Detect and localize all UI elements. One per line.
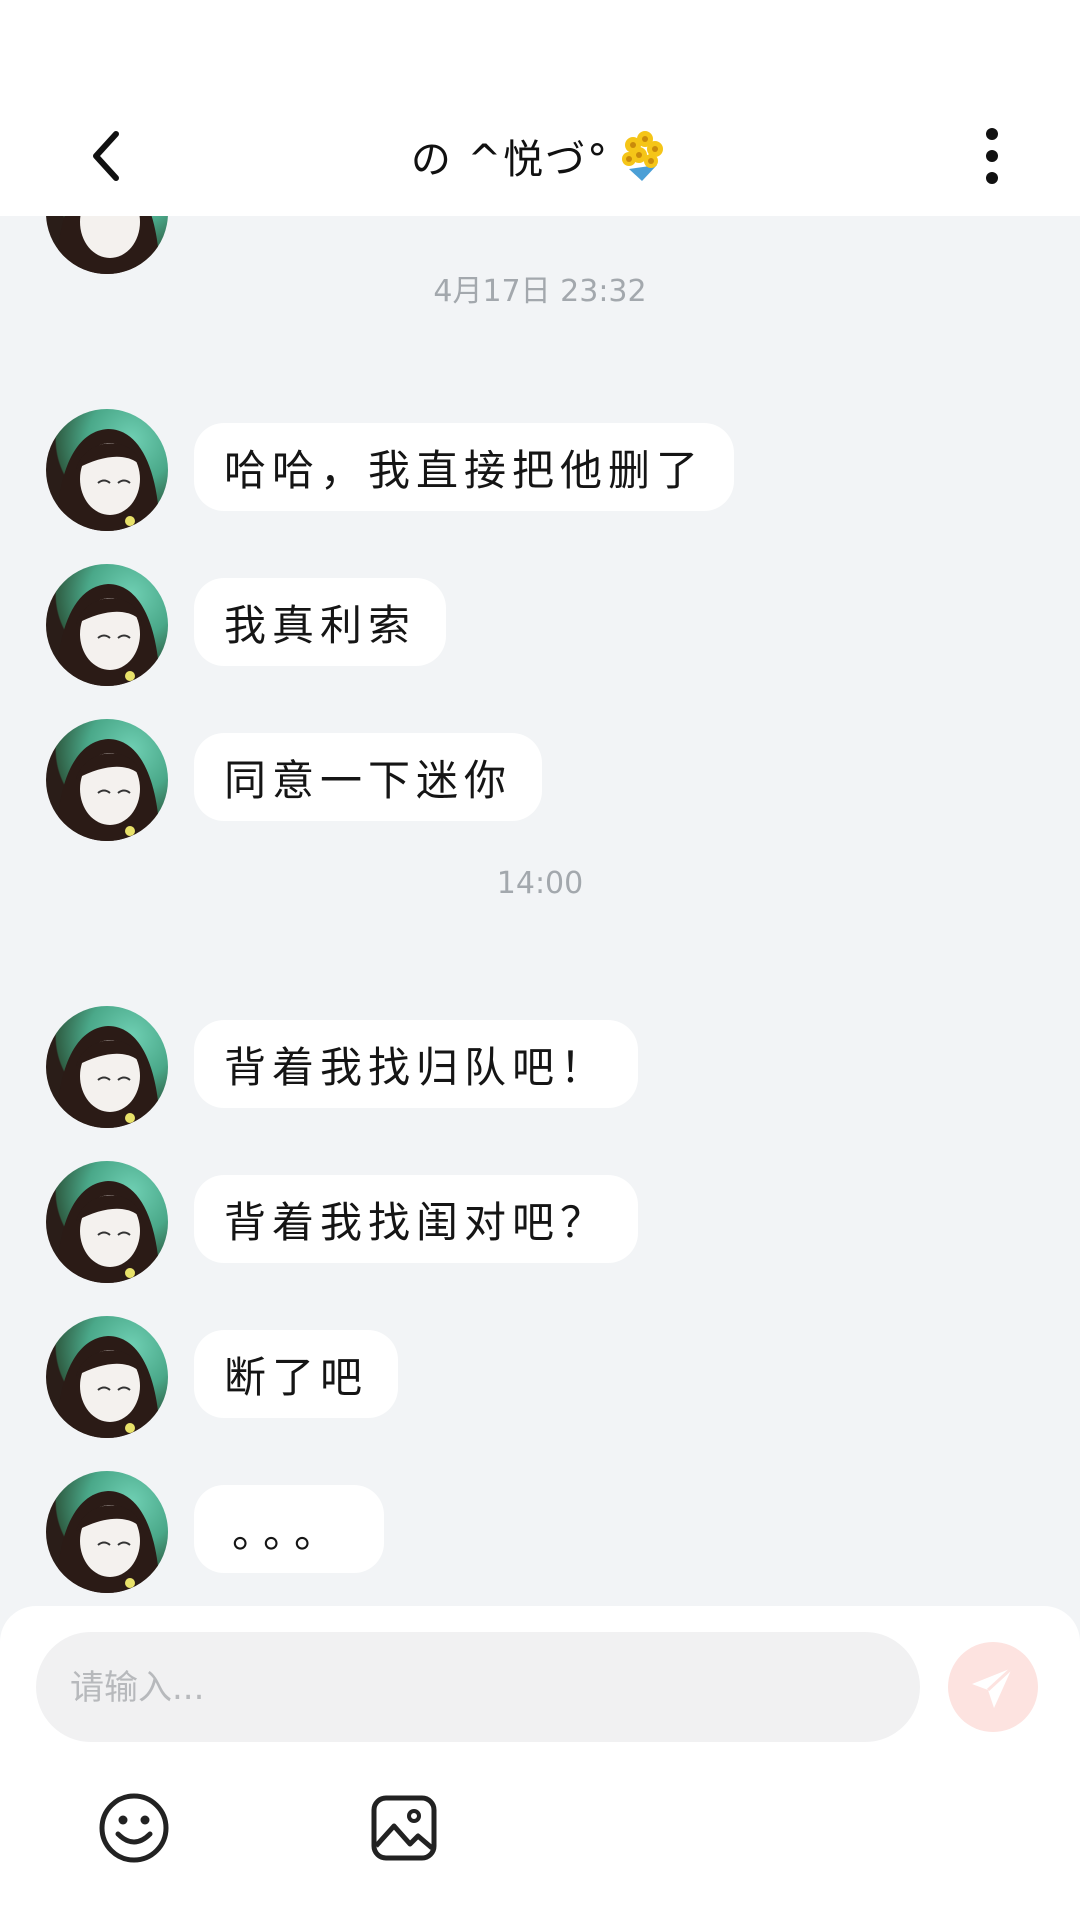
avatar[interactable] [46, 409, 168, 531]
message-row: 背着我找闺对吧？ [0, 1161, 1080, 1283]
message-bubble[interactable]: 背着我找归队吧！ [194, 1020, 639, 1108]
message-row: 哈哈，我直接把他删了 [0, 409, 1080, 531]
avatar[interactable] [46, 564, 168, 686]
smile-icon [99, 1793, 169, 1863]
message-bubble[interactable]: 背着我找闺对吧？ [194, 1175, 639, 1263]
message-row: 同意一下迷你 [0, 719, 1080, 841]
avatar[interactable] [46, 1316, 168, 1438]
chat-header: の ^悦づ° [0, 96, 1080, 216]
image-icon [371, 1795, 437, 1861]
message-composer [0, 1606, 1080, 1920]
message-bubble[interactable]: 。。。 [194, 1485, 384, 1573]
message-input-box[interactable] [36, 1632, 920, 1744]
message-row: 背着我找归队吧！ [0, 1006, 1080, 1128]
message-row: 我真利索 [0, 564, 1080, 686]
message-input[interactable] [68, 1632, 892, 1744]
image-button[interactable] [368, 1792, 440, 1864]
message-bubble[interactable]: 我真利索 [194, 578, 447, 666]
avatar[interactable] [46, 1006, 168, 1128]
message-row: 断了吧 [0, 1316, 1080, 1438]
timestamp: 14:00 [496, 866, 584, 901]
timestamp: 4月17日 23:32 [433, 274, 647, 309]
chat-title: の ^悦づ° [0, 96, 1080, 216]
message-bubble[interactable]: 同意一下迷你 [194, 733, 543, 821]
more-options-button[interactable] [956, 120, 1028, 192]
send-button[interactable] [948, 1642, 1038, 1732]
message-row: 。。。 [0, 1471, 1080, 1593]
avatar[interactable] [46, 1161, 168, 1283]
message-list[interactable]: 4月17日 23:32 哈哈，我直接把他删了 我真利索 同意一下迷你 14:00… [0, 216, 1080, 1606]
status-bar [0, 0, 1080, 96]
contact-name: の ^悦づ° [410, 137, 610, 183]
emoji-button[interactable] [98, 1792, 170, 1864]
message-bubble[interactable]: 哈哈，我直接把他删了 [194, 423, 735, 511]
more-vertical-icon [986, 128, 998, 184]
flower-bouquet-icon [615, 129, 669, 183]
avatar[interactable] [46, 719, 168, 841]
avatar[interactable] [46, 1471, 168, 1593]
message-bubble[interactable]: 断了吧 [194, 1330, 399, 1418]
send-icon [972, 1666, 1014, 1708]
